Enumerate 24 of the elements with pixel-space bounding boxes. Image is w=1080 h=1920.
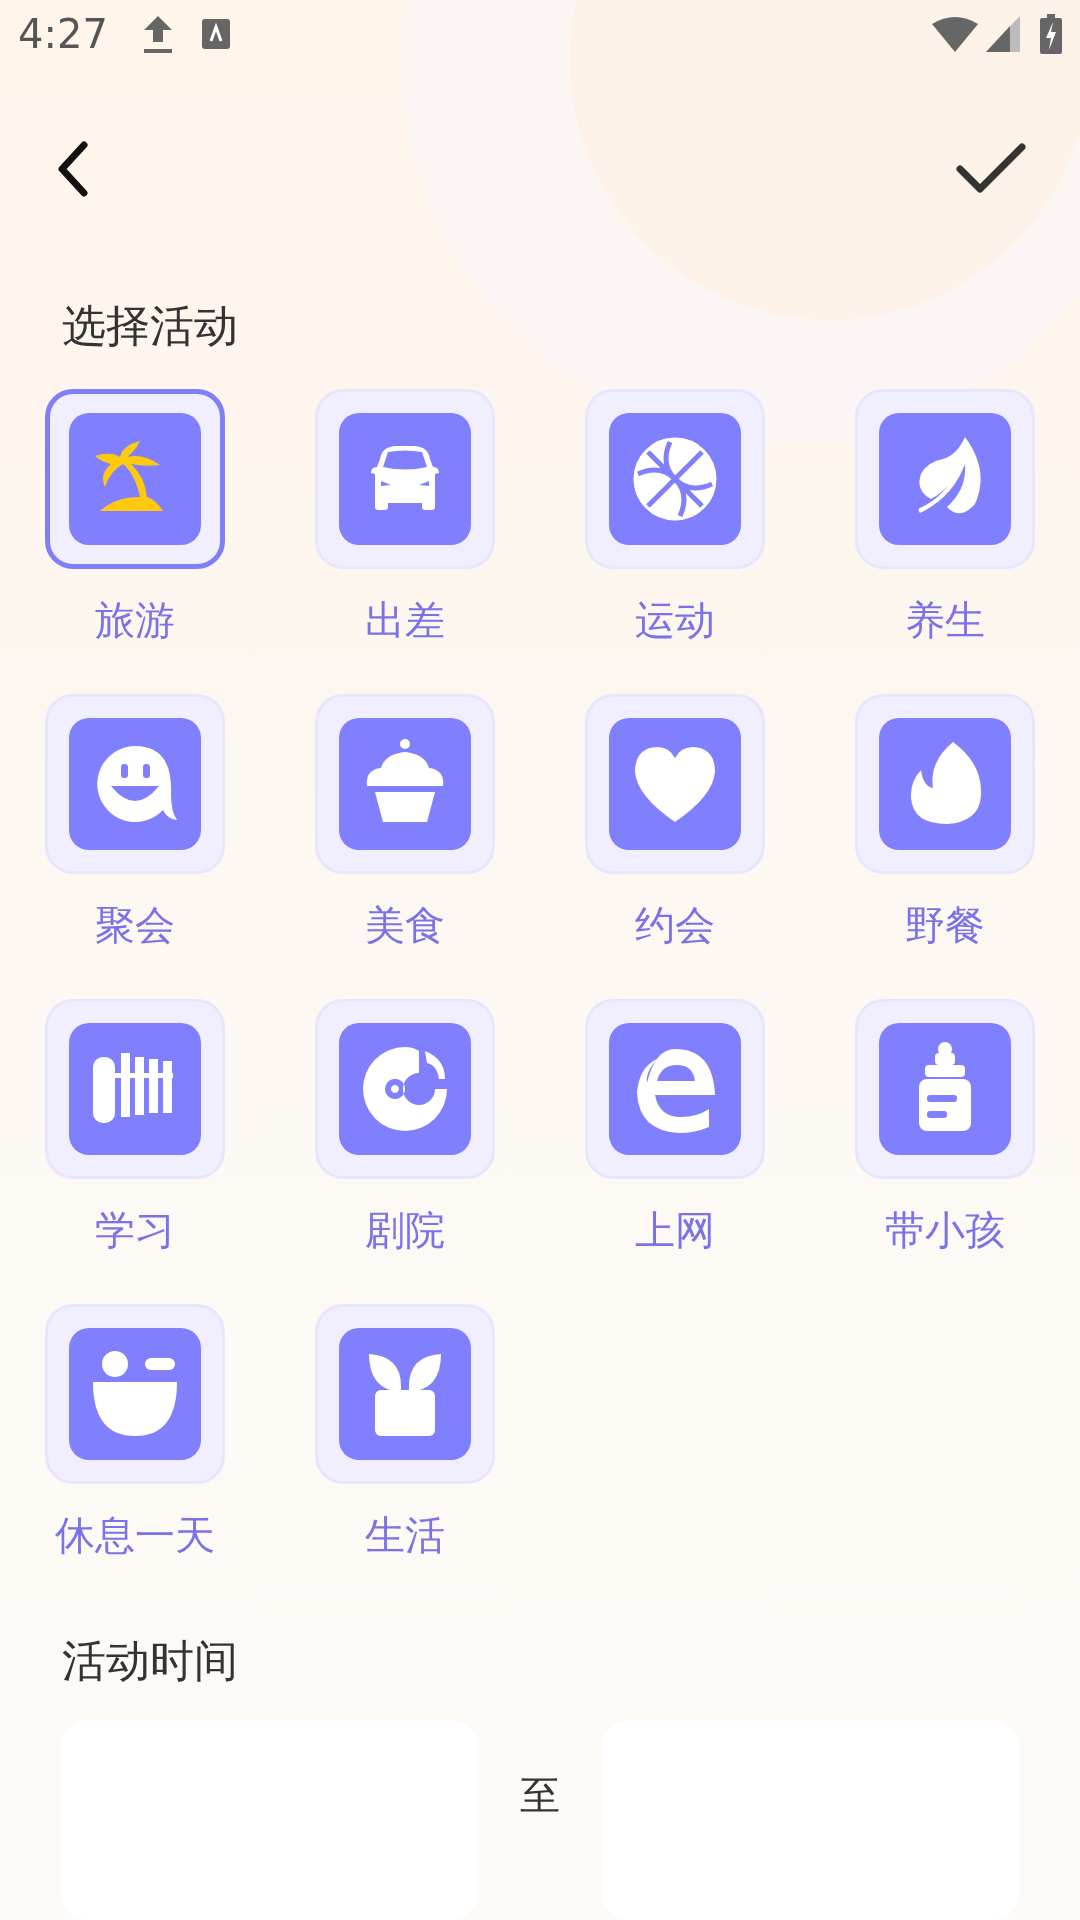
section-title: 选择活动 [61,299,239,353]
battery-charging-icon [1040,13,1062,54]
activity-label: 上网 [635,1207,715,1253]
activity-label: 生活 [365,1512,445,1558]
activity-label: 美食 [365,902,445,948]
activity-label: 学习 [95,1207,175,1253]
activity-label: 休息一天 [55,1512,215,1558]
activity-label: 出差 [365,597,445,643]
activity-label: 带小孩 [885,1207,1005,1253]
activity-label: 剧院 [365,1207,445,1253]
activity-label: 聚会 [95,902,175,948]
upload-icon [141,13,174,54]
activity-label: 运动 [635,597,715,643]
status-time: 4:27 [18,10,108,57]
wifi-icon [932,15,978,52]
signal-icon [986,15,1020,52]
keyboard-icon [201,18,230,49]
activity-label: 野餐 [905,902,985,948]
activity-label: 旅游 [95,597,175,643]
activity-label: 约会 [635,902,715,948]
activity-label: 养生 [905,597,985,643]
activity-tile[interactable] [45,389,225,569]
section-title: 活动时间 [61,1634,239,1688]
range-separator: 至 [519,1771,561,1820]
